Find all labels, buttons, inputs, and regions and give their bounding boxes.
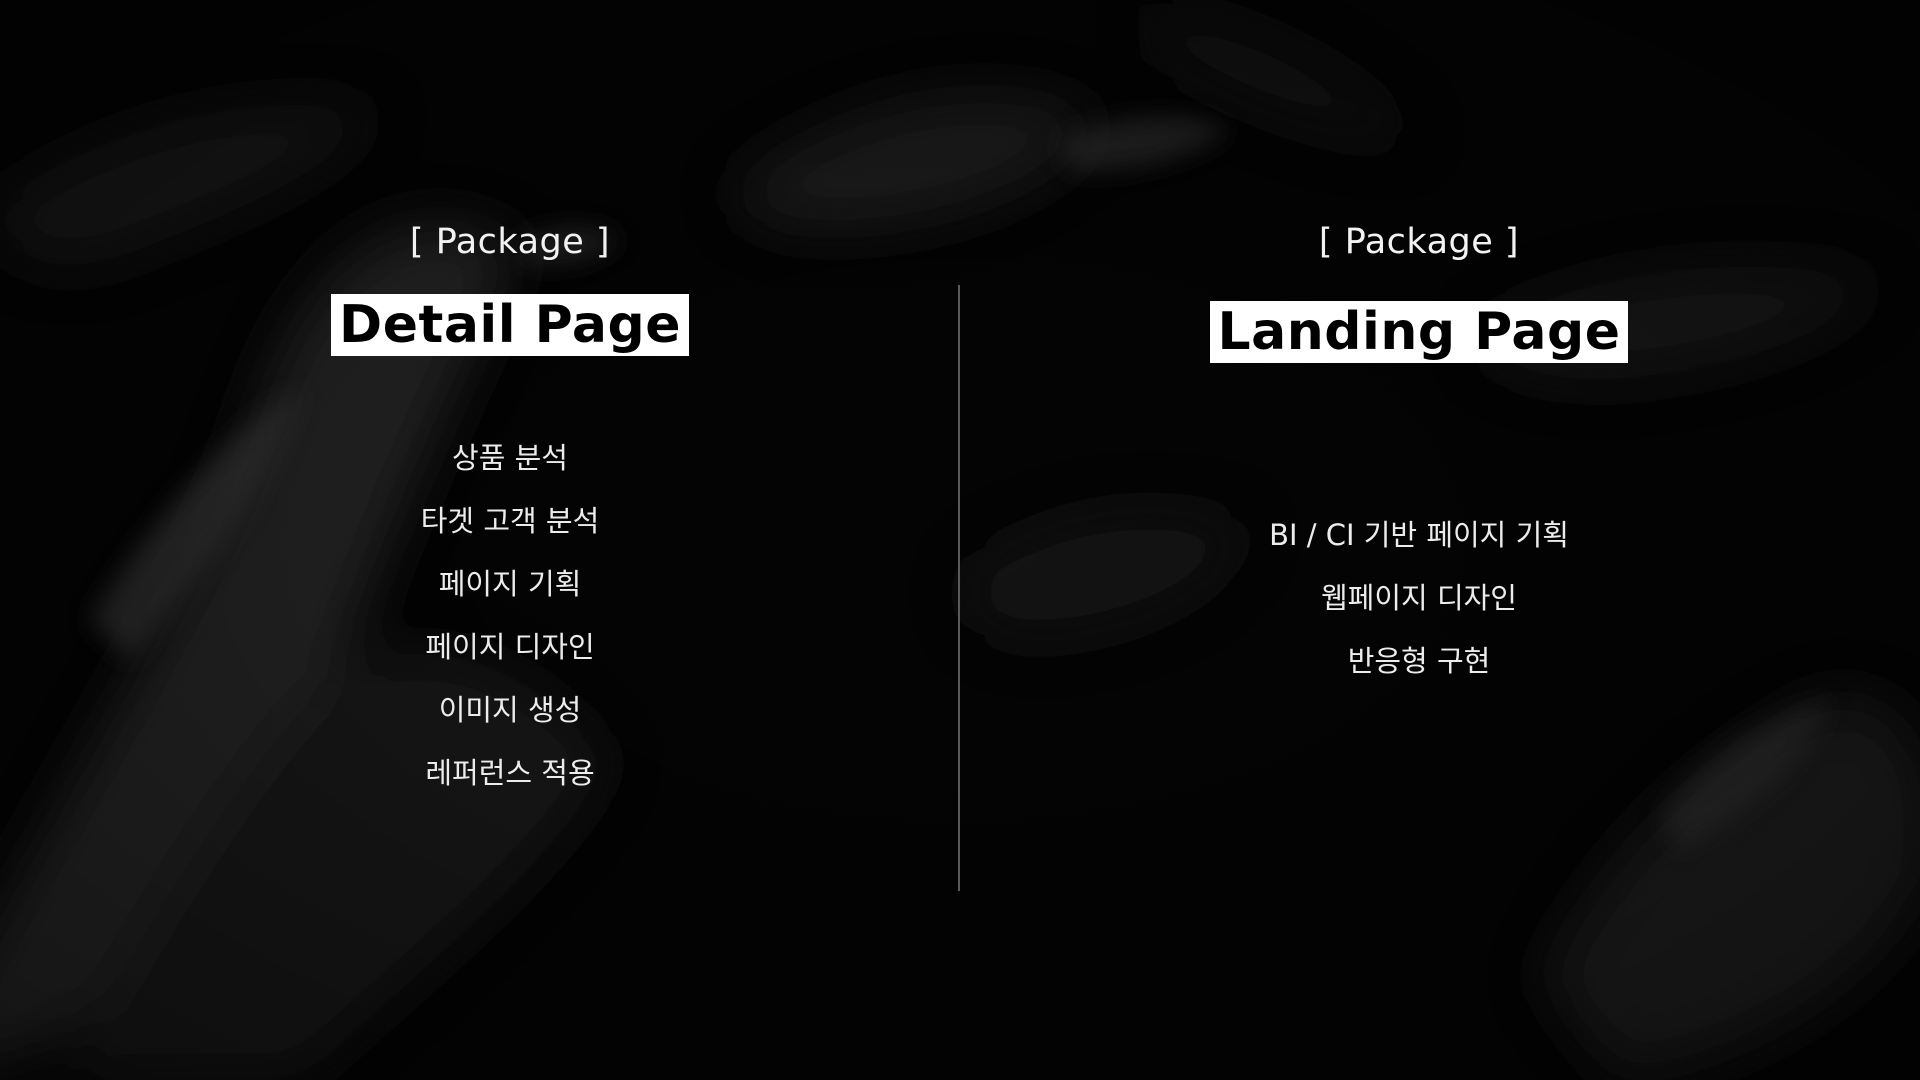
package-title: Detail Page <box>331 294 689 356</box>
service-list: 상품 분석 타겟 고객 분석 페이지 기획 페이지 디자인 이미지 생성 레퍼런… <box>190 427 830 805</box>
package-title: Landing Page <box>1209 301 1629 363</box>
service-list: BI / CI 기반 페이지 기획 웹페이지 디자인 반응형 구현 <box>1099 504 1739 693</box>
list-item: 반응형 구현 <box>1347 644 1491 678</box>
list-item: 타겟 고객 분석 <box>420 504 600 538</box>
package-slide: [ Package ] Detail Page 상품 분석 타겟 고객 분석 페… <box>0 0 1920 1080</box>
list-item: BI / CI 기반 페이지 기획 <box>1269 518 1569 552</box>
title-wrap: Detail Page <box>190 294 830 356</box>
list-item: 페이지 기획 <box>438 567 582 601</box>
title-wrap: Landing Page <box>1099 301 1739 363</box>
list-item: 이미지 생성 <box>438 693 582 727</box>
list-item: 웹페이지 디자인 <box>1321 581 1517 615</box>
package-label: [ Package ] <box>409 222 611 262</box>
list-item: 상품 분석 <box>452 441 568 475</box>
package-label: [ Package ] <box>1318 222 1520 262</box>
list-item: 페이지 디자인 <box>425 630 595 664</box>
list-item: 레퍼런스 적용 <box>425 756 595 790</box>
column-divider <box>958 285 960 891</box>
